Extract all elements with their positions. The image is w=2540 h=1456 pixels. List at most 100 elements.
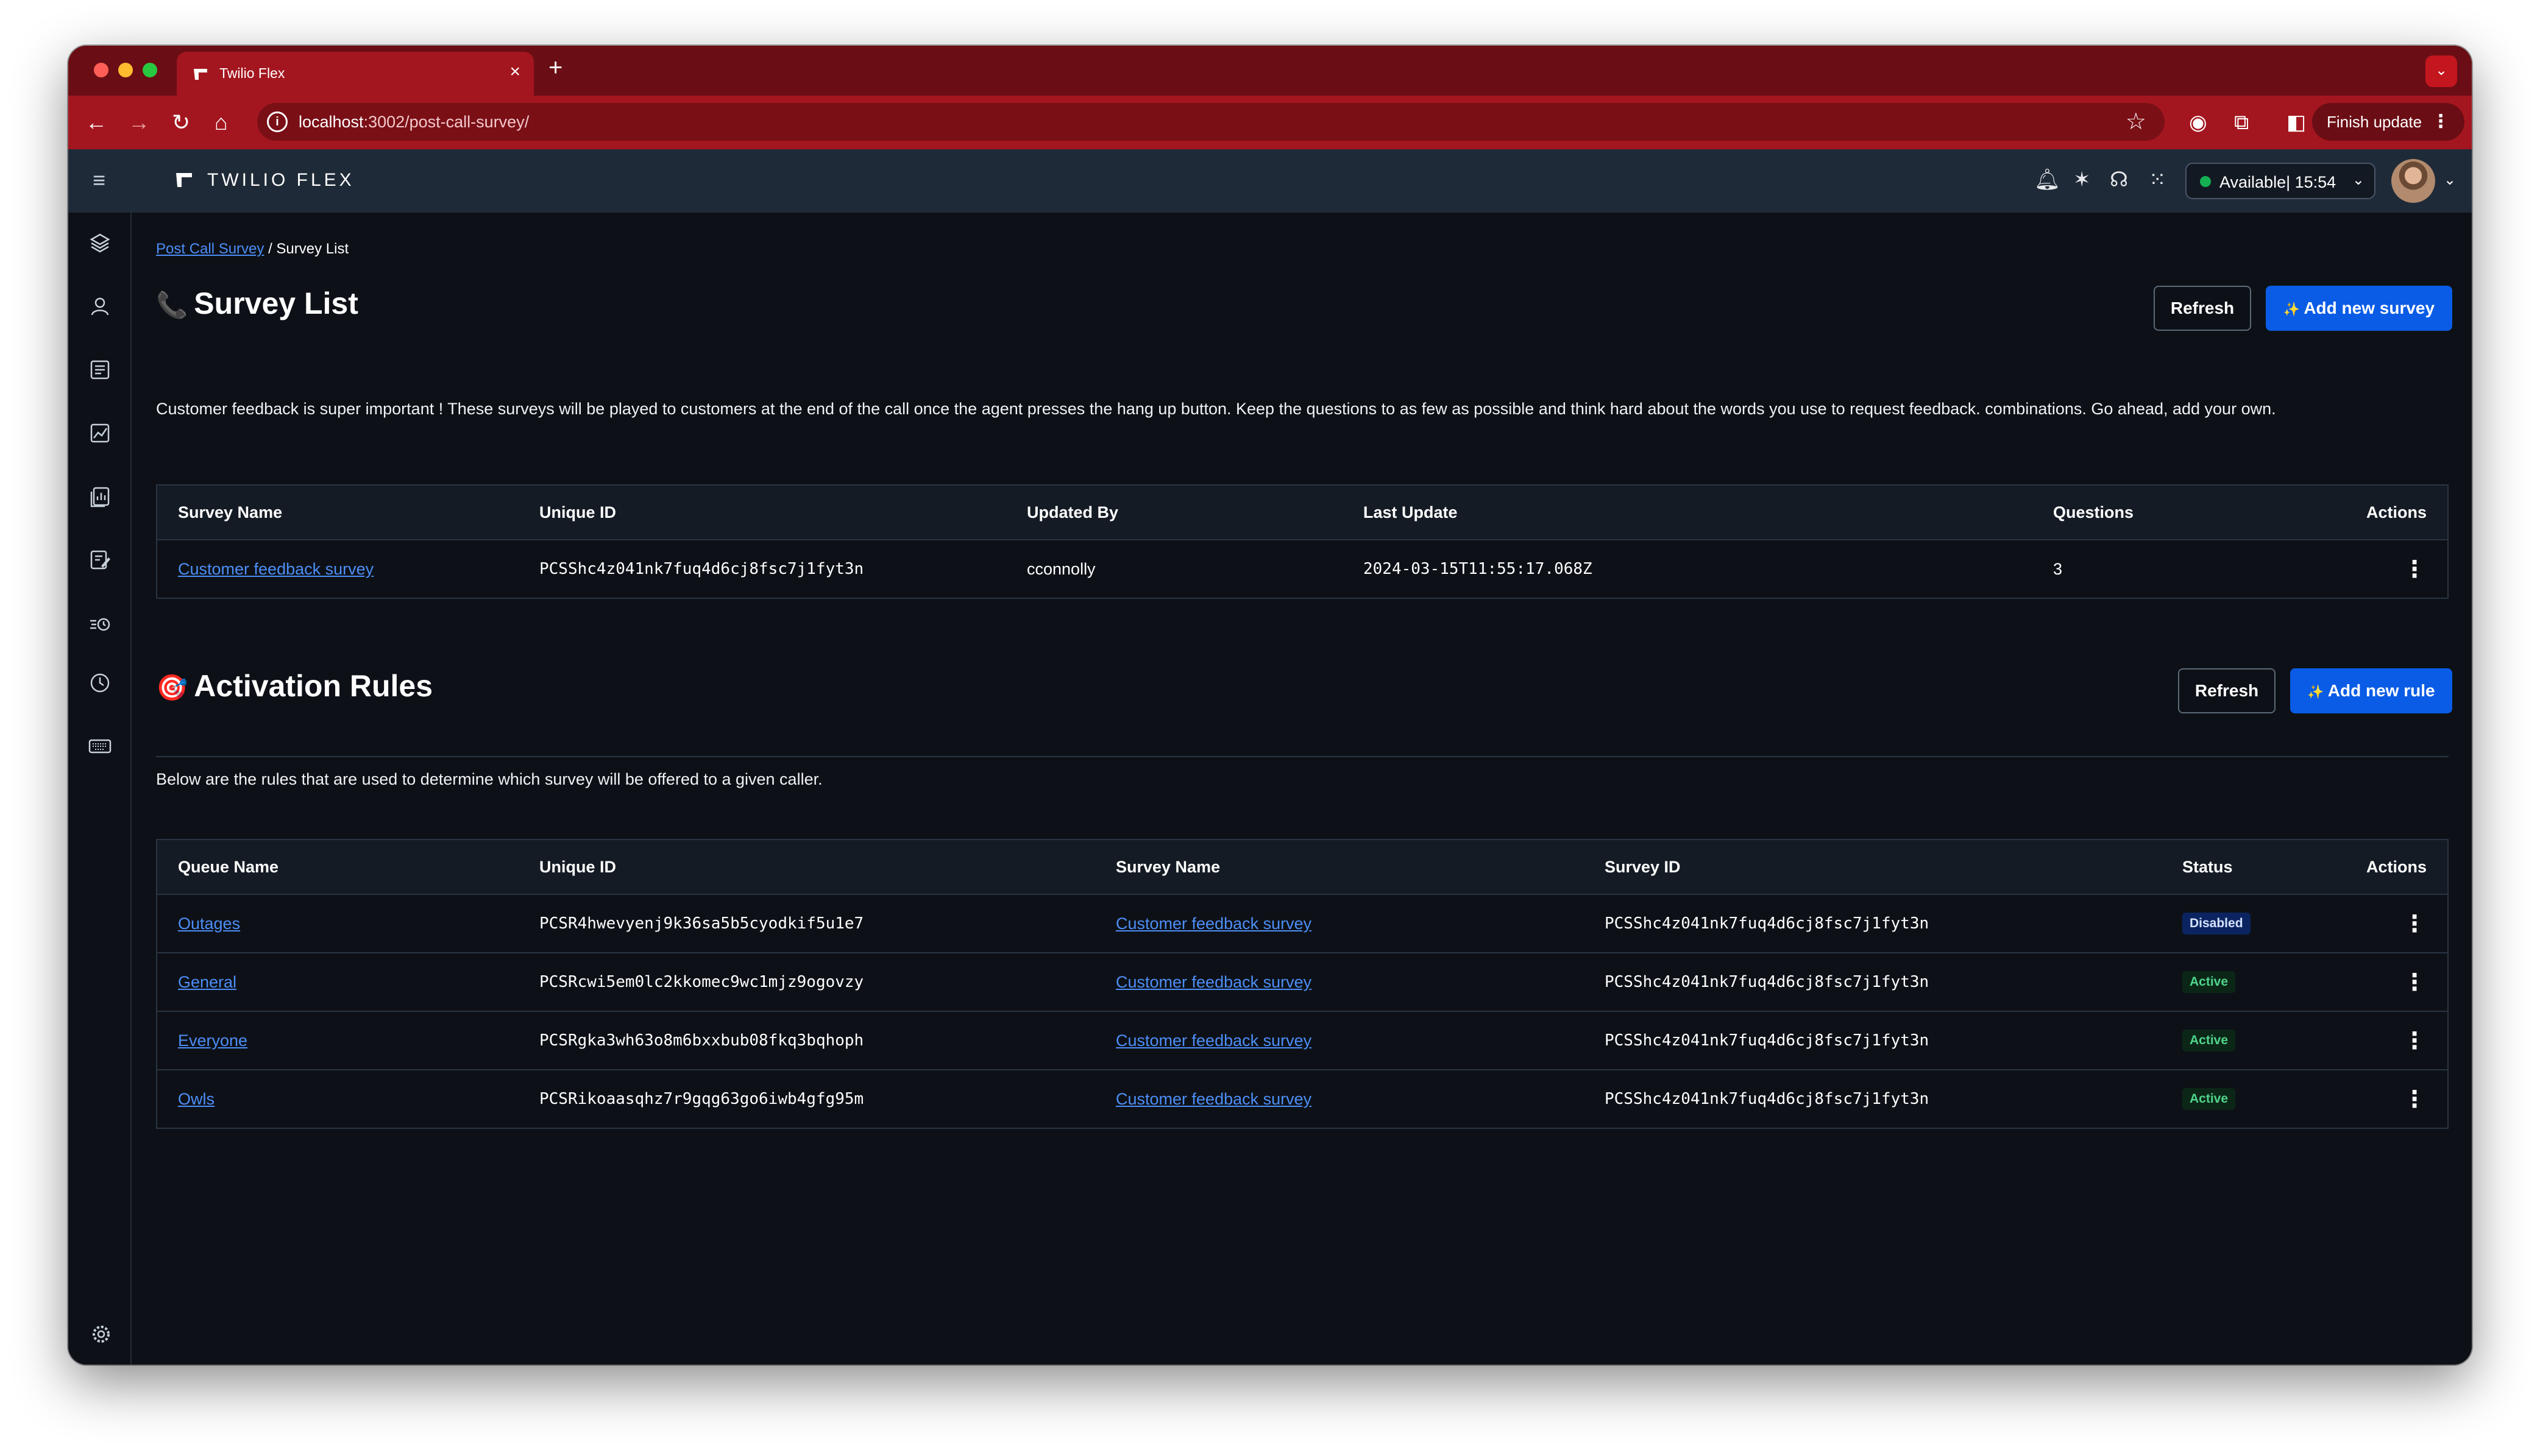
settings-gear-icon[interactable] — [89, 1322, 113, 1346]
last-update: 2024-03-15T11:55:17.068Z — [1343, 540, 2032, 599]
campaign-icon[interactable]: ✶ — [2073, 168, 2091, 192]
breadcrumb: Post Call Survey / Survey List — [156, 241, 349, 258]
incognito-extension-icon[interactable]: ◉ — [2189, 110, 2207, 135]
activity-timer-icon[interactable] — [88, 612, 112, 637]
finish-update-button[interactable]: Finish update ⋮ — [2312, 103, 2464, 141]
close-window-button[interactable] — [94, 63, 108, 77]
brand-name: TWILIO FLEX — [207, 170, 355, 190]
hamburger-menu-icon[interactable]: ≡ — [93, 168, 105, 193]
queue-name-link[interactable]: Outages — [178, 914, 240, 933]
home-icon[interactable]: ⌂ — [215, 109, 228, 136]
twilio-flex-favicon-icon — [194, 69, 207, 80]
survey-edit-icon[interactable] — [88, 548, 112, 572]
activation-rules-description: Below are the rules that are used to det… — [156, 770, 823, 788]
survey-refresh-button[interactable]: Refresh — [2154, 286, 2251, 331]
browser-toolbar: ← → ↻ ⌂ i localhost:3002/post-call-surve… — [68, 96, 2472, 149]
survey-name-link[interactable]: Customer feedback survey — [1116, 973, 1311, 991]
row-actions-menu-icon[interactable]: ⋮ — [2402, 910, 2427, 938]
survey-name-link[interactable]: Customer feedback survey — [1116, 914, 1311, 933]
dialpad-icon[interactable]: ⁙ — [2149, 168, 2166, 192]
rule-unique-id: PCSR4hwevyenj9k36sa5b5cyodkif5u1e7 — [519, 894, 1095, 953]
new-tab-icon[interactable]: + — [548, 54, 562, 82]
extensions-puzzle-icon[interactable]: ⧉ — [2234, 110, 2249, 135]
column-header: Status — [2162, 839, 2314, 895]
analytics-chart-icon[interactable] — [88, 421, 112, 445]
row-actions-menu-icon[interactable]: ⋮ — [2402, 556, 2427, 583]
status-badge: Active — [2182, 1088, 2236, 1110]
status-badge: Active — [2182, 971, 2236, 993]
activity-status-dropdown[interactable]: Available| 15:54 ⌄ — [2185, 163, 2375, 199]
status-badge: Active — [2182, 1030, 2236, 1051]
more-menu-icon[interactable]: ⋮ — [2432, 103, 2450, 141]
user-menu-chevron-icon[interactable]: ⌄ — [2444, 171, 2456, 189]
column-header: Queue Name — [157, 839, 519, 895]
agents-icon[interactable] — [88, 294, 112, 319]
breadcrumb-post-call-survey-link[interactable]: Post Call Survey — [156, 241, 264, 257]
column-header: Actions — [2276, 485, 2448, 540]
survey-id: PCSShc4z041nk7fuq4d6cj8fsc7j1fyt3n — [1584, 953, 2162, 1012]
user-avatar[interactable] — [2391, 159, 2435, 203]
survey-unique-id: PCSShc4z041nk7fuq4d6cj8fsc7j1fyt3n — [519, 540, 1006, 599]
maximize-window-button[interactable] — [143, 63, 157, 77]
back-icon[interactable]: ← — [85, 109, 107, 136]
queue-name-link[interactable]: Everyone — [178, 1031, 247, 1050]
telephone-emoji-icon: 📞 — [156, 291, 188, 319]
survey-name-link[interactable]: Customer feedback survey — [178, 560, 374, 578]
queue-name-link[interactable]: General — [178, 973, 236, 991]
activity-status-text: Available| 15:54 — [2219, 173, 2336, 191]
reports-icon[interactable] — [88, 484, 112, 509]
headset-icon[interactable]: ☊ — [2110, 168, 2128, 192]
survey-list-description: Customer feedback is super important ! T… — [156, 400, 2276, 418]
site-info-icon[interactable]: i — [267, 111, 288, 132]
column-header: Actions — [2314, 839, 2448, 895]
survey-list-title: 📞 Survey List — [156, 286, 358, 320]
survey-name-link[interactable]: Customer feedback survey — [1116, 1090, 1311, 1108]
reload-icon[interactable]: ↻ — [172, 109, 190, 136]
activation-rules-title: 🎯 Activation Rules — [156, 669, 433, 703]
browser-window: Twilio Flex × + ⌄ ← → ↻ ⌂ i localhost:30… — [68, 46, 2472, 1365]
add-new-survey-button[interactable]: ✨ Add new survey — [2266, 286, 2452, 331]
breadcrumb-separator: / — [268, 241, 272, 257]
updated-by: cconnolly — [1006, 540, 1343, 599]
address-bar[interactable]: i localhost:3002/post-call-survey/ ☆ — [257, 103, 2165, 141]
survey-table-header: Survey Name Unique ID Updated By Last Up… — [157, 485, 2448, 540]
queue-name-link[interactable]: Owls — [178, 1090, 215, 1108]
tab-close-icon[interactable]: × — [509, 62, 520, 82]
add-new-rule-button[interactable]: ✨ Add new rule — [2290, 668, 2452, 713]
question-count: 3 — [2032, 540, 2276, 599]
survey-id: PCSShc4z041nk7fuq4d6cj8fsc7j1fyt3n — [1584, 894, 2162, 953]
chevron-down-icon: ⌄ — [2352, 172, 2364, 188]
tab-title: Twilio Flex — [219, 65, 285, 81]
minimize-window-button[interactable] — [118, 63, 133, 77]
survey-table: Survey Name Unique ID Updated By Last Up… — [156, 484, 2449, 599]
table-row: General PCSRcwi5em0lc2kkomec9wc1mjz9ogov… — [157, 953, 2448, 1012]
keyboard-icon[interactable] — [88, 734, 112, 758]
section-divider — [156, 756, 2449, 757]
clock-icon[interactable] — [88, 671, 112, 695]
browser-tab[interactable]: Twilio Flex × — [177, 52, 534, 96]
table-row: Everyone PCSRgka3wh63o8m6bxxbub08fkq3bqh… — [157, 1011, 2448, 1070]
layers-icon[interactable] — [88, 231, 112, 255]
target-emoji-icon: 🎯 — [156, 673, 188, 702]
forward-icon[interactable]: → — [128, 109, 150, 136]
table-row: Owls PCSRikoaasqhz7r9gqg63go6iwb4gfg95m … — [157, 1070, 2448, 1129]
table-row: Outages PCSR4hwevyenj9k36sa5b5cyodkif5u1… — [157, 894, 2448, 953]
rule-unique-id: PCSRcwi5em0lc2kkomec9wc1mjz9ogovzy — [519, 953, 1095, 1012]
side-panel-icon[interactable]: ◧ — [2286, 110, 2306, 135]
notifications-bell-icon[interactable]: 🔔︎ — [2034, 168, 2060, 192]
row-actions-menu-icon[interactable]: ⋮ — [2402, 1086, 2427, 1113]
main-content: Post Call Survey / Survey List 📞 Survey L… — [132, 213, 2472, 1365]
tab-search-chevron-icon[interactable]: ⌄ — [2425, 55, 2457, 87]
survey-name-link[interactable]: Customer feedback survey — [1116, 1031, 1311, 1050]
activation-rules-table: Queue Name Unique ID Survey Name Survey … — [156, 839, 2449, 1129]
row-actions-menu-icon[interactable]: ⋮ — [2402, 969, 2427, 996]
rules-refresh-button[interactable]: Refresh — [2178, 668, 2276, 713]
table-row: Customer feedback survey PCSShc4z041nk7f… — [157, 540, 2448, 599]
column-header: Unique ID — [519, 485, 1006, 540]
breadcrumb-current: Survey List — [276, 241, 349, 257]
column-header: Survey Name — [157, 485, 519, 540]
bookmark-star-icon[interactable]: ☆ — [2126, 108, 2146, 135]
queues-stats-icon[interactable] — [88, 358, 112, 382]
row-actions-menu-icon[interactable]: ⋮ — [2402, 1027, 2427, 1055]
address-url[interactable]: localhost:3002/post-call-survey/ — [299, 113, 529, 132]
